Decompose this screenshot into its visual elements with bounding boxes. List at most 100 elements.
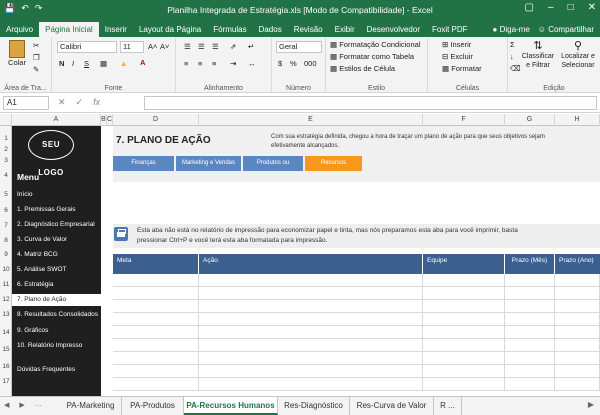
italic-icon[interactable]: I [72,59,74,68]
table-cell[interactable] [505,378,555,391]
tab-arquivo[interactable]: Arquivo [0,22,39,37]
table-cell[interactable] [199,326,423,339]
table-row[interactable] [113,326,600,339]
sheet-tab[interactable]: Res-Curva de Valor [350,397,434,415]
table-cell[interactable] [113,352,199,365]
column-header[interactable]: D [113,114,199,126]
currency-icon[interactable]: $ [278,59,282,68]
sheet-tab[interactable]: R ... [434,397,462,415]
fill-color-icon[interactable]: ▲ [120,59,127,68]
table-cell[interactable] [505,339,555,352]
table-cell[interactable] [199,287,423,300]
sidebar-item-estrategia[interactable]: 6. Estratégia [12,279,101,291]
enter-icon[interactable]: ✓ [76,97,84,108]
table-row[interactable] [113,352,600,365]
tab-financas[interactable]: Finanças [113,156,174,171]
format-as-table-button[interactable]: ▦ Formatar como Tabela [330,52,414,61]
prev-sheet-icon[interactable]: ◀ [4,401,9,409]
tab-inserir[interactable]: Inserir [99,22,133,37]
table-cell[interactable] [555,313,600,326]
table-cell[interactable] [199,313,423,326]
sidebar-item-diagnostico[interactable]: 2. Diagnóstico Empresarial [12,219,101,231]
table-cell[interactable] [423,378,505,391]
tab-recursos[interactable]: Recursos [305,156,362,171]
bold-icon[interactable]: N [59,59,64,68]
tab-pagina-inicial[interactable]: Página Inicial [39,22,99,37]
column-header[interactable]: G [505,114,555,126]
underline-icon[interactable]: S [84,59,89,68]
row-header[interactable]: 3 [0,157,12,164]
sidebar-item-relatorio[interactable]: 10. Relatório Impresso [12,340,101,352]
table-cell[interactable] [113,365,199,378]
table-cell[interactable] [113,378,199,391]
column-header[interactable]: H [555,114,600,126]
table-cell[interactable] [555,326,600,339]
tab-foxit[interactable]: Foxit PDF [426,22,474,37]
table-cell[interactable] [505,352,555,365]
next-sheet-icon[interactable]: ▶ [19,401,24,409]
row-header[interactable]: 9 [0,251,12,258]
scroll-right-icon[interactable]: ▶ [588,400,594,409]
table-cell[interactable] [505,313,555,326]
row-header[interactable]: 16 [0,363,12,370]
comma-icon[interactable]: 000 [304,59,317,68]
indent-icon[interactable]: ⇥ [230,59,236,68]
font-color-icon[interactable]: A [140,58,145,67]
row-header[interactable]: 14 [0,329,12,336]
column-header[interactable]: A [12,114,101,126]
table-cell[interactable] [423,300,505,313]
table-cell[interactable] [423,326,505,339]
font-name-select[interactable]: Calibri [57,41,117,53]
column-header[interactable]: F [423,114,505,126]
more-sheets-icon[interactable]: … [35,401,42,409]
table-row[interactable] [113,274,600,287]
align-right-icon[interactable]: ≡ [212,59,216,68]
printer-icon[interactable] [114,227,128,241]
sheet-tab[interactable]: PA-Produtos [122,397,184,415]
table-cell[interactable] [505,300,555,313]
align-bottom-icon[interactable]: ☰ [212,42,219,51]
delete-cells-button[interactable]: ⊟ Excluir [442,52,473,61]
paste-button[interactable]: Colar [6,40,28,67]
row-header[interactable]: 15 [0,346,12,353]
table-cell[interactable] [199,300,423,313]
align-middle-icon[interactable]: ☰ [198,42,205,51]
table-cell[interactable] [555,352,600,365]
tab-layout[interactable]: Layout da Página [133,22,207,37]
sidebar-item-graficos[interactable]: 9. Gráficos [12,325,101,337]
autosum-icon[interactable]: Σ [510,40,515,49]
sidebar-item-curva-valor[interactable]: 3. Curva de Valor [12,234,101,246]
tab-produtos[interactable]: Produtos ou [243,156,303,171]
row-header[interactable]: 6 [0,207,12,214]
wrap-text-icon[interactable]: ↵ [248,42,254,51]
name-box[interactable]: A1 [3,96,49,110]
row-header[interactable]: 4 [0,172,12,179]
tab-marketing-vendas[interactable]: Marketing e Vendas [176,156,241,171]
cancel-icon[interactable]: ✕ [58,97,66,108]
insert-cells-button[interactable]: ⊞ Inserir [442,40,471,49]
formula-input[interactable] [144,96,597,110]
sidebar-item-matriz-bcg[interactable]: 4. Matriz BCG [12,249,101,261]
percent-icon[interactable]: % [290,59,297,68]
row-header[interactable]: 11 [0,281,12,288]
sheet-tab[interactable]: Res-Diagnóstico [278,397,350,415]
table-cell[interactable] [199,378,423,391]
sidebar-item-premissas[interactable]: 1. Premissas Gerais [12,204,101,216]
align-top-icon[interactable]: ☰ [184,42,191,51]
tab-revisao[interactable]: Revisão [288,22,329,37]
table-cell[interactable] [555,339,600,352]
select-all-corner[interactable] [0,114,12,126]
sheet-tab-active[interactable]: PA-Recursos Humanos [184,397,278,415]
table-cell[interactable] [199,274,423,287]
table-cell[interactable] [199,365,423,378]
minimize-icon[interactable]: – [548,2,554,13]
ribbon-display-icon[interactable]: ▢ [525,2,534,13]
table-row[interactable] [113,378,600,391]
align-center-icon[interactable]: ≡ [198,59,202,68]
sort-filter-button[interactable]: ⇅ Classificar e Filtrar [520,40,556,70]
tab-dados[interactable]: Dados [253,22,288,37]
table-cell[interactable] [555,365,600,378]
sidebar-item-swot[interactable]: 5. Análise SWOT [12,264,101,276]
worksheet[interactable]: SEU LOGO Menu Início 1. Premissas Gerais… [12,126,600,396]
merge-icon[interactable]: ↔ [248,59,256,68]
